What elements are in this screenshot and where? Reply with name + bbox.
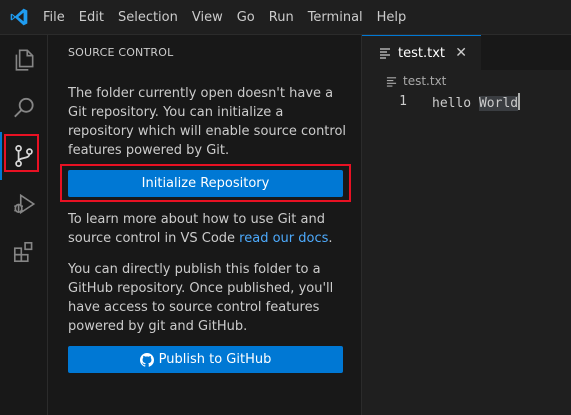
breadcrumb-file: test.txt (403, 74, 447, 88)
search-icon (14, 97, 34, 118)
publish-message: You can directly publish this folder to … (68, 262, 334, 334)
menu-bar: File Edit Selection View Go Run Terminal… (0, 0, 571, 35)
publish-to-github-button[interactable]: Publish to GitHub (68, 346, 343, 373)
github-icon (139, 352, 154, 367)
highlight-box-source-control (4, 134, 39, 172)
menu-help[interactable]: Help (370, 0, 414, 35)
editor-area: test.txt ✕ test.txt 1 hello World (362, 35, 571, 415)
menu-view[interactable]: View (185, 0, 230, 35)
highlight-box-initialize (60, 164, 351, 202)
breadcrumb[interactable]: test.txt (386, 74, 446, 88)
menu-edit[interactable]: Edit (72, 0, 111, 35)
menu-terminal[interactable]: Terminal (301, 0, 370, 35)
activity-run-debug[interactable] (0, 180, 48, 228)
line-number: 1 (399, 94, 407, 109)
no-repo-message: The folder currently open doesn't have a… (68, 86, 347, 158)
active-indicator (0, 132, 2, 180)
close-icon[interactable]: ✕ (455, 45, 467, 61)
explorer-icon (15, 49, 34, 71)
menu-selection[interactable]: Selection (111, 0, 185, 35)
tab-label: test.txt (398, 45, 445, 61)
activity-extensions[interactable] (0, 228, 48, 276)
learn-more-text: To learn more about how to use Git and s… (68, 210, 348, 248)
run-debug-icon (14, 193, 36, 215)
activity-search[interactable] (0, 84, 48, 132)
learn-more-suffix: . (328, 231, 333, 246)
source-control-sidebar: SOURCE CONTROL The folder currently open… (48, 35, 362, 415)
publish-to-github-label: Publish to GitHub (158, 352, 272, 367)
menu-go[interactable]: Go (230, 0, 262, 35)
extensions-icon (13, 241, 33, 263)
text-file-icon (386, 76, 397, 87)
code-text-highlighted: World (478, 95, 519, 111)
text-cursor (518, 92, 521, 110)
menu-file[interactable]: File (36, 0, 72, 35)
sidebar-title: SOURCE CONTROL (68, 46, 174, 59)
code-text-plain: hello (432, 95, 479, 111)
code-text[interactable]: hello World (432, 92, 521, 111)
menu-run[interactable]: Run (262, 0, 301, 35)
text-file-icon (380, 48, 390, 59)
vscode-logo-icon (10, 8, 28, 26)
tab-test-txt[interactable]: test.txt ✕ (362, 35, 481, 70)
read-docs-link[interactable]: read our docs (239, 231, 328, 246)
editor-tabs: test.txt ✕ (362, 35, 571, 70)
activity-bar (0, 35, 48, 415)
code-line[interactable]: 1 hello World (362, 92, 571, 111)
activity-explorer[interactable] (0, 36, 48, 84)
